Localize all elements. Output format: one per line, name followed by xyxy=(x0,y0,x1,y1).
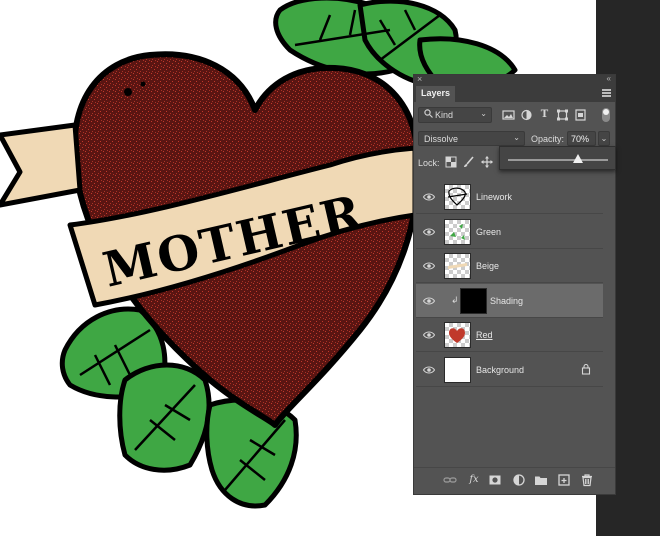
collapse-icon[interactable]: « xyxy=(607,74,611,83)
layer-thumbnail[interactable] xyxy=(444,356,471,383)
shape-filter-icon[interactable] xyxy=(556,109,569,121)
layer-name[interactable]: Red xyxy=(476,330,493,340)
tab-layers[interactable]: Layers xyxy=(416,86,456,102)
visibility-eye-icon[interactable] xyxy=(423,295,435,307)
new-group-icon[interactable] xyxy=(534,473,548,487)
chevron-down-icon: ⌄ xyxy=(513,133,520,142)
lock-position-icon[interactable] xyxy=(481,156,493,168)
thumbnail-preview xyxy=(447,187,468,206)
kind-filter-label: Kind xyxy=(435,110,454,120)
adjustment-layer-icon[interactable] xyxy=(512,473,526,487)
add-mask-icon[interactable] xyxy=(488,473,502,487)
panel-menu-icon[interactable] xyxy=(602,89,611,97)
layer-thumbnail[interactable] xyxy=(444,218,471,245)
thumbnail-preview xyxy=(450,223,465,240)
layer-filter-row: Kind ⌄ T xyxy=(418,107,613,125)
layer-list: Linework Green Beige ↲ Shading Red Background xyxy=(416,180,603,390)
lock-image-pixels-icon[interactable] xyxy=(463,156,475,168)
adjustment-filter-icon[interactable] xyxy=(520,109,533,121)
visibility-eye-icon[interactable] xyxy=(423,329,435,341)
thumbnail-preview xyxy=(448,263,467,269)
link-layers-icon[interactable] xyxy=(443,473,457,487)
opacity-field[interactable]: 70% xyxy=(567,131,596,146)
blend-mode-value: Dissolve xyxy=(424,134,459,144)
layer-thumbnail[interactable] xyxy=(460,287,487,314)
lock-label: Lock: xyxy=(418,158,440,168)
layer-thumbnail[interactable] xyxy=(444,322,471,348)
panel-footer: fx xyxy=(414,467,615,496)
layers-panel: × « Layers Kind ⌄ T Dissolve ⌄ Opacity: … xyxy=(413,74,616,495)
layer-name[interactable]: Linework xyxy=(476,192,512,202)
layer-row[interactable]: Background xyxy=(416,353,603,387)
kind-filter-select[interactable]: Kind ⌄ xyxy=(418,107,492,123)
close-icon[interactable]: × xyxy=(417,74,422,84)
new-layer-icon[interactable] xyxy=(557,473,571,487)
layer-thumbnail[interactable] xyxy=(444,253,471,279)
lock-transparent-pixels-icon[interactable] xyxy=(445,156,457,168)
layer-row[interactable]: Linework xyxy=(416,180,603,214)
visibility-eye-icon[interactable] xyxy=(423,260,435,272)
panel-tab-bar: Layers xyxy=(414,86,615,102)
clipping-mask-icon: ↲ xyxy=(451,294,459,305)
delete-icon[interactable] xyxy=(580,473,594,487)
thumbnail-preview xyxy=(449,328,465,343)
layer-row[interactable]: Red xyxy=(416,318,603,352)
layer-name[interactable]: Beige xyxy=(476,261,499,271)
image-filter-icon[interactable] xyxy=(502,109,515,121)
lock-icon xyxy=(581,363,591,375)
layer-name[interactable]: Shading xyxy=(490,296,523,306)
fx-icon[interactable]: fx xyxy=(467,473,481,487)
layer-name[interactable]: Background xyxy=(476,365,524,375)
visibility-eye-icon[interactable] xyxy=(423,191,435,203)
opacity-slider-popup xyxy=(499,146,616,170)
opacity-value: 70% xyxy=(571,134,590,144)
opacity-dropdown-button[interactable]: ⌄ xyxy=(598,131,610,146)
opacity-slider-track[interactable] xyxy=(508,159,608,161)
type-filter-icon[interactable]: T xyxy=(538,109,551,121)
blend-mode-select[interactable]: Dissolve ⌄ xyxy=(418,131,525,146)
panel-title-bar[interactable]: × « xyxy=(414,74,615,86)
opacity-label: Opacity: xyxy=(531,134,565,144)
visibility-eye-icon[interactable] xyxy=(423,364,435,376)
layer-row[interactable]: Beige xyxy=(416,249,603,283)
layer-thumbnail[interactable] xyxy=(444,184,471,210)
layer-name[interactable]: Green xyxy=(476,227,501,237)
smart-object-filter-icon[interactable] xyxy=(574,109,587,121)
visibility-eye-icon[interactable] xyxy=(423,226,435,238)
chevron-down-icon: ⌄ xyxy=(480,109,487,118)
layer-row[interactable]: Green xyxy=(416,215,603,249)
opacity-slider-thumb[interactable] xyxy=(573,154,583,163)
filter-toggle-switch[interactable] xyxy=(602,108,610,122)
search-icon xyxy=(424,109,433,118)
layer-row[interactable]: ↲ Shading xyxy=(416,283,603,318)
